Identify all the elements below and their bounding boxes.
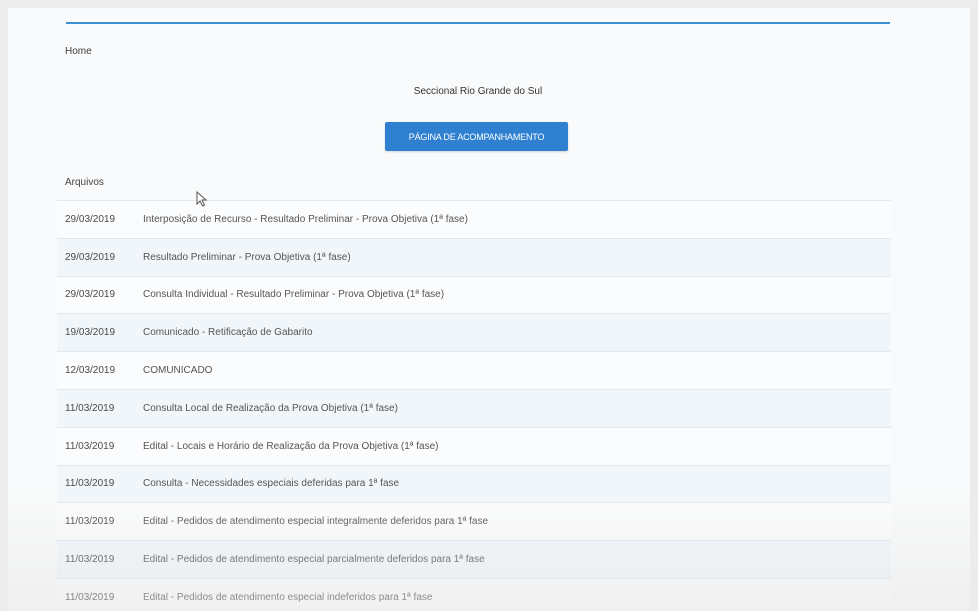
files-list: 29/03/2019 Interposição de Recurso - Res… (57, 200, 891, 611)
file-link[interactable]: Comunicado - Retificação de Gabarito (135, 327, 313, 338)
list-item[interactable]: 29/03/2019 Interposição de Recurso - Res… (57, 200, 891, 238)
page-title: Seccional Rio Grande do Sul (413, 86, 543, 97)
list-item[interactable]: 11/03/2019 Edital - Pedidos de atendimen… (57, 502, 891, 541)
file-link[interactable]: Resultado Preliminar - Prova Objetiva (1… (135, 252, 351, 263)
file-date: 29/03/2019 (65, 251, 116, 263)
file-date: 11/03/2019 (65, 516, 115, 528)
list-item[interactable]: 11/03/2019 Consulta - Necessidades espec… (57, 464, 891, 503)
file-link[interactable]: Edital - Pedidos de atendimento especial… (135, 554, 485, 565)
file-date: 11/03/2019 (65, 591, 115, 603)
files-heading: Arquivos (65, 177, 104, 188)
file-date: 11/03/2019 (65, 402, 115, 414)
file-date: 11/03/2019 (65, 478, 115, 490)
file-date: 29/03/2019 (65, 213, 116, 225)
file-link[interactable]: Consulta Individual - Resultado Prelimin… (135, 289, 444, 300)
list-item[interactable]: 11/03/2019 Edital - Pedidos de atendimen… (57, 577, 891, 611)
file-date: 11/03/2019 (65, 554, 115, 566)
file-link[interactable]: COMUNICADO (135, 365, 212, 376)
list-item[interactable]: 11/03/2019 Consulta Local de Realização … (57, 388, 891, 427)
file-date: 11/03/2019 (65, 440, 115, 452)
top-rule (66, 22, 890, 24)
list-item[interactable]: 29/03/2019 Consulta Individual - Resulta… (57, 275, 891, 314)
list-item[interactable]: 11/03/2019 Edital - Pedidos de atendimen… (57, 540, 891, 578)
breadcrumb-home[interactable]: Home (65, 46, 92, 57)
list-item[interactable]: 19/03/2019 Comunicado - Retificação de G… (57, 313, 891, 352)
page-frame: Home Seccional Rio Grande do Sul PÁGINA … (8, 8, 970, 611)
file-link[interactable]: Consulta Local de Realização da Prova Ob… (135, 403, 398, 414)
list-item[interactable]: 11/03/2019 Edital - Locais e Horário de … (57, 426, 891, 465)
file-date: 19/03/2019 (65, 327, 116, 339)
acompanhamento-button[interactable]: PÁGINA DE ACOMPANHAMENTO (385, 122, 568, 151)
file-link[interactable]: Consulta - Necessidades especiais deferi… (135, 478, 399, 489)
file-link[interactable]: Edital - Locais e Horário de Realização … (135, 441, 439, 452)
file-link[interactable]: Interposição de Recurso - Resultado Prel… (135, 214, 468, 225)
file-link[interactable]: Edital - Pedidos de atendimento especial… (135, 516, 488, 527)
file-date: 29/03/2019 (65, 289, 116, 301)
mouse-cursor-icon (196, 191, 208, 207)
list-item[interactable]: 29/03/2019 Resultado Preliminar - Prova … (57, 237, 891, 276)
file-date: 12/03/2019 (65, 365, 116, 377)
list-item[interactable]: 12/03/2019 COMUNICADO (57, 351, 891, 389)
file-link[interactable]: Edital - Pedidos de atendimento especial… (135, 592, 432, 603)
